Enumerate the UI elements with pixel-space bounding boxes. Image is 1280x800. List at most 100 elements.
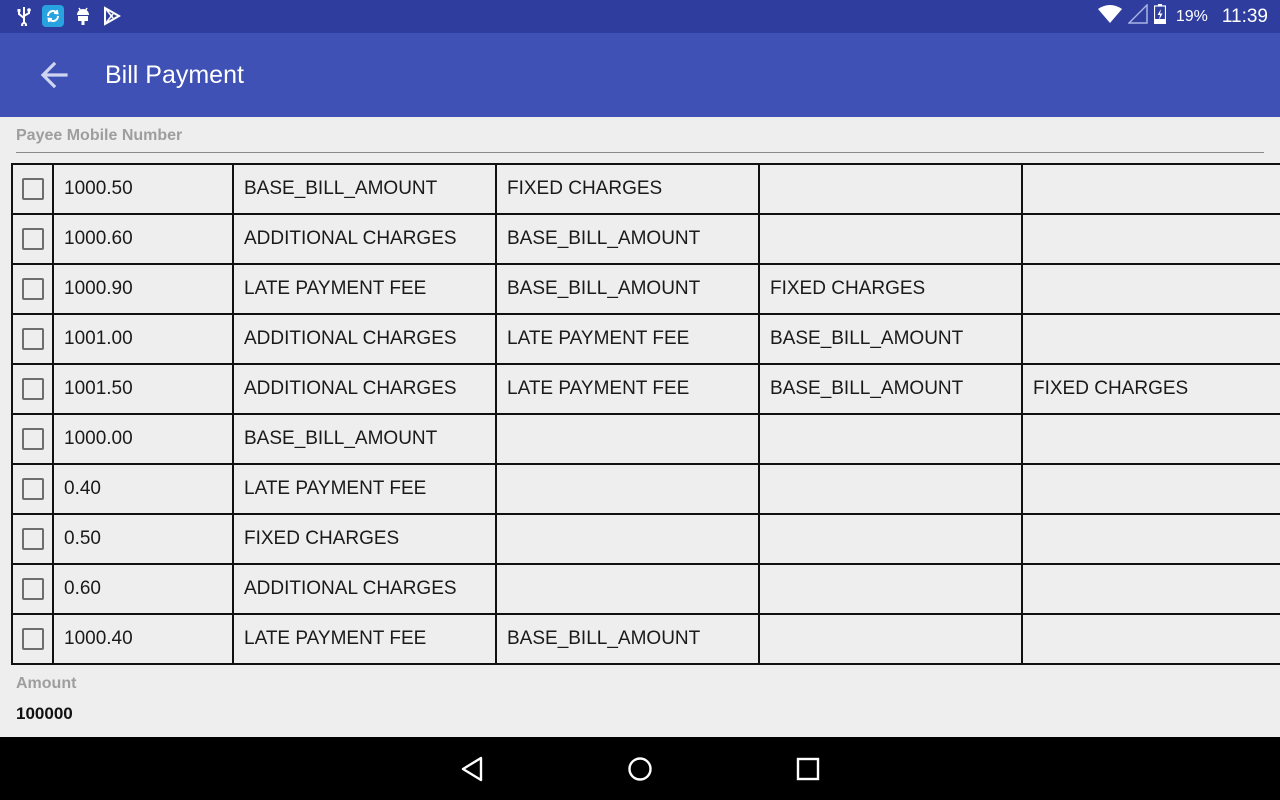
row-checkbox[interactable]: [21, 477, 44, 500]
amount-cell: 1000.40: [53, 614, 234, 664]
charge-component-cell: BASE_BILL_AMOUNT: [233, 164, 497, 215]
charge-component-cell: [1022, 464, 1280, 515]
checkbox-cell: [12, 464, 54, 515]
charge-component-cell: BASE_BILL_AMOUNT: [759, 364, 1023, 415]
checkbox-cell: [12, 214, 54, 265]
page-title: Bill Payment: [105, 61, 244, 89]
charge-component-cell: FIXED CHARGES: [233, 514, 497, 565]
checkbox-cell: [12, 364, 54, 415]
charge-component-cell: ADDITIONAL CHARGES: [233, 564, 497, 615]
charge-component-cell: BASE_BILL_AMOUNT: [496, 214, 760, 265]
amount-cell: 1001.50: [53, 364, 234, 415]
amount-cell: 0.40: [53, 464, 234, 515]
checkbox-cell: [12, 514, 54, 565]
payee-mobile-number-field[interactable]: [16, 152, 1264, 153]
charge-component-cell: [496, 514, 760, 565]
nav-back-button[interactable]: [458, 754, 488, 784]
table-row[interactable]: 1000.40 LATE PAYMENT FEE BASE_BILL_AMOUNT: [12, 614, 1280, 664]
charge-component-cell: LATE PAYMENT FEE: [233, 614, 497, 664]
android-debug-icon: [74, 6, 92, 26]
checkbox-cell: [12, 264, 54, 315]
row-checkbox[interactable]: [21, 227, 44, 250]
table-row[interactable]: 1000.60 ADDITIONAL CHARGES BASE_BILL_AMOUN…: [12, 214, 1280, 265]
charge-component-cell: [759, 514, 1023, 565]
notification-icons: [16, 5, 122, 27]
table-row[interactable]: 1001.50 ADDITIONAL CHARGES LATE PAYMENT FE…: [12, 364, 1280, 415]
table-row[interactable]: 0.40 LATE PAYMENT FEE: [12, 464, 1280, 515]
amount-label: Amount: [16, 675, 77, 692]
charge-component-cell: [496, 464, 760, 515]
play-store-icon: [102, 6, 122, 26]
table-row[interactable]: 1000.90 LATE PAYMENT FEE BASE_BILL_AMOUNT F…: [12, 264, 1280, 315]
charge-component-cell: BASE_BILL_AMOUNT: [496, 264, 760, 315]
nav-home-button[interactable]: [625, 754, 655, 784]
checkbox-cell: [12, 314, 54, 365]
charge-component-cell: LATE PAYMENT FEE: [496, 314, 760, 365]
charge-component-cell: LATE PAYMENT FEE: [233, 264, 497, 315]
charge-component-cell: [496, 564, 760, 615]
charge-component-cell: [1022, 564, 1280, 615]
charge-component-cell: [759, 464, 1023, 515]
clock: 11:39: [1221, 5, 1268, 27]
amount-cell: 1000.00: [53, 414, 234, 465]
amount-cell: 1000.90: [53, 264, 234, 315]
nav-recents-icon: [796, 757, 820, 781]
navigation-bar: [0, 737, 1280, 800]
status-bar: 19% 11:39: [0, 0, 1280, 33]
bill-items-table-container: 1000.50 BASE_BILL_AMOUNT FIXED CHARGES 1000…: [11, 163, 1280, 665]
amount-cell: 1000.60: [53, 214, 234, 265]
row-checkbox[interactable]: [21, 627, 44, 650]
checkbox-cell: [12, 164, 54, 215]
charge-component-cell: ADDITIONAL CHARGES: [233, 364, 497, 415]
charge-component-cell: FIXED CHARGES: [759, 264, 1023, 315]
back-button[interactable]: [36, 58, 72, 94]
checkbox-cell: [12, 564, 54, 615]
row-checkbox[interactable]: [21, 377, 44, 400]
charge-component-cell: ADDITIONAL CHARGES: [233, 214, 497, 265]
nav-back-icon: [461, 756, 483, 782]
row-checkbox[interactable]: [21, 177, 44, 200]
signal-icon: [1127, 3, 1148, 29]
amount-value[interactable]: 100000: [16, 704, 73, 724]
table-row[interactable]: 1001.00 ADDITIONAL CHARGES LATE PAYMENT FE…: [12, 314, 1280, 365]
charge-component-cell: [1022, 514, 1280, 565]
charge-component-cell: BASE_BILL_AMOUNT: [233, 414, 497, 465]
amount-cell: 1001.00: [53, 314, 234, 365]
arrow-left-icon: [40, 61, 68, 89]
charge-component-cell: LATE PAYMENT FEE: [233, 464, 497, 515]
charge-component-cell: [759, 414, 1023, 465]
wifi-icon: [1097, 4, 1122, 29]
row-checkbox[interactable]: [21, 277, 44, 300]
table-row[interactable]: 1000.50 BASE_BILL_AMOUNT FIXED CHARGES: [12, 164, 1280, 215]
bill-items-table: 1000.50 BASE_BILL_AMOUNT FIXED CHARGES 1000…: [11, 163, 1280, 665]
amount-cell: 1000.50: [53, 164, 234, 215]
app-bar: Bill Payment: [0, 33, 1280, 117]
charge-component-cell: [1022, 264, 1280, 315]
table-row[interactable]: 0.50 FIXED CHARGES: [12, 514, 1280, 565]
charge-component-cell: BASE_BILL_AMOUNT: [759, 314, 1023, 365]
table-row[interactable]: 1000.00 BASE_BILL_AMOUNT: [12, 414, 1280, 465]
checkbox-cell: [12, 614, 54, 664]
row-checkbox[interactable]: [21, 577, 44, 600]
nav-home-icon: [628, 757, 652, 781]
row-checkbox[interactable]: [21, 427, 44, 450]
usb-icon: [16, 6, 32, 26]
charge-component-cell: [759, 614, 1023, 664]
charge-component-cell: [1022, 414, 1280, 465]
amount-cell: 0.50: [53, 514, 234, 565]
charge-component-cell: [1022, 164, 1280, 215]
battery-charging-icon: [1153, 4, 1166, 29]
checkbox-cell: [12, 414, 54, 465]
row-checkbox[interactable]: [21, 527, 44, 550]
nav-recents-button[interactable]: [793, 754, 823, 784]
battery-percentage: 19%: [1175, 7, 1208, 25]
charge-component-cell: [759, 214, 1023, 265]
charge-component-cell: [1022, 214, 1280, 265]
charge-component-cell: [496, 414, 760, 465]
charge-component-cell: LATE PAYMENT FEE: [496, 364, 760, 415]
amount-cell: 0.60: [53, 564, 234, 615]
row-checkbox[interactable]: [21, 327, 44, 350]
charge-component-cell: FIXED CHARGES: [496, 164, 760, 215]
table-row[interactable]: 0.60 ADDITIONAL CHARGES: [12, 564, 1280, 615]
charge-component-cell: [1022, 314, 1280, 365]
